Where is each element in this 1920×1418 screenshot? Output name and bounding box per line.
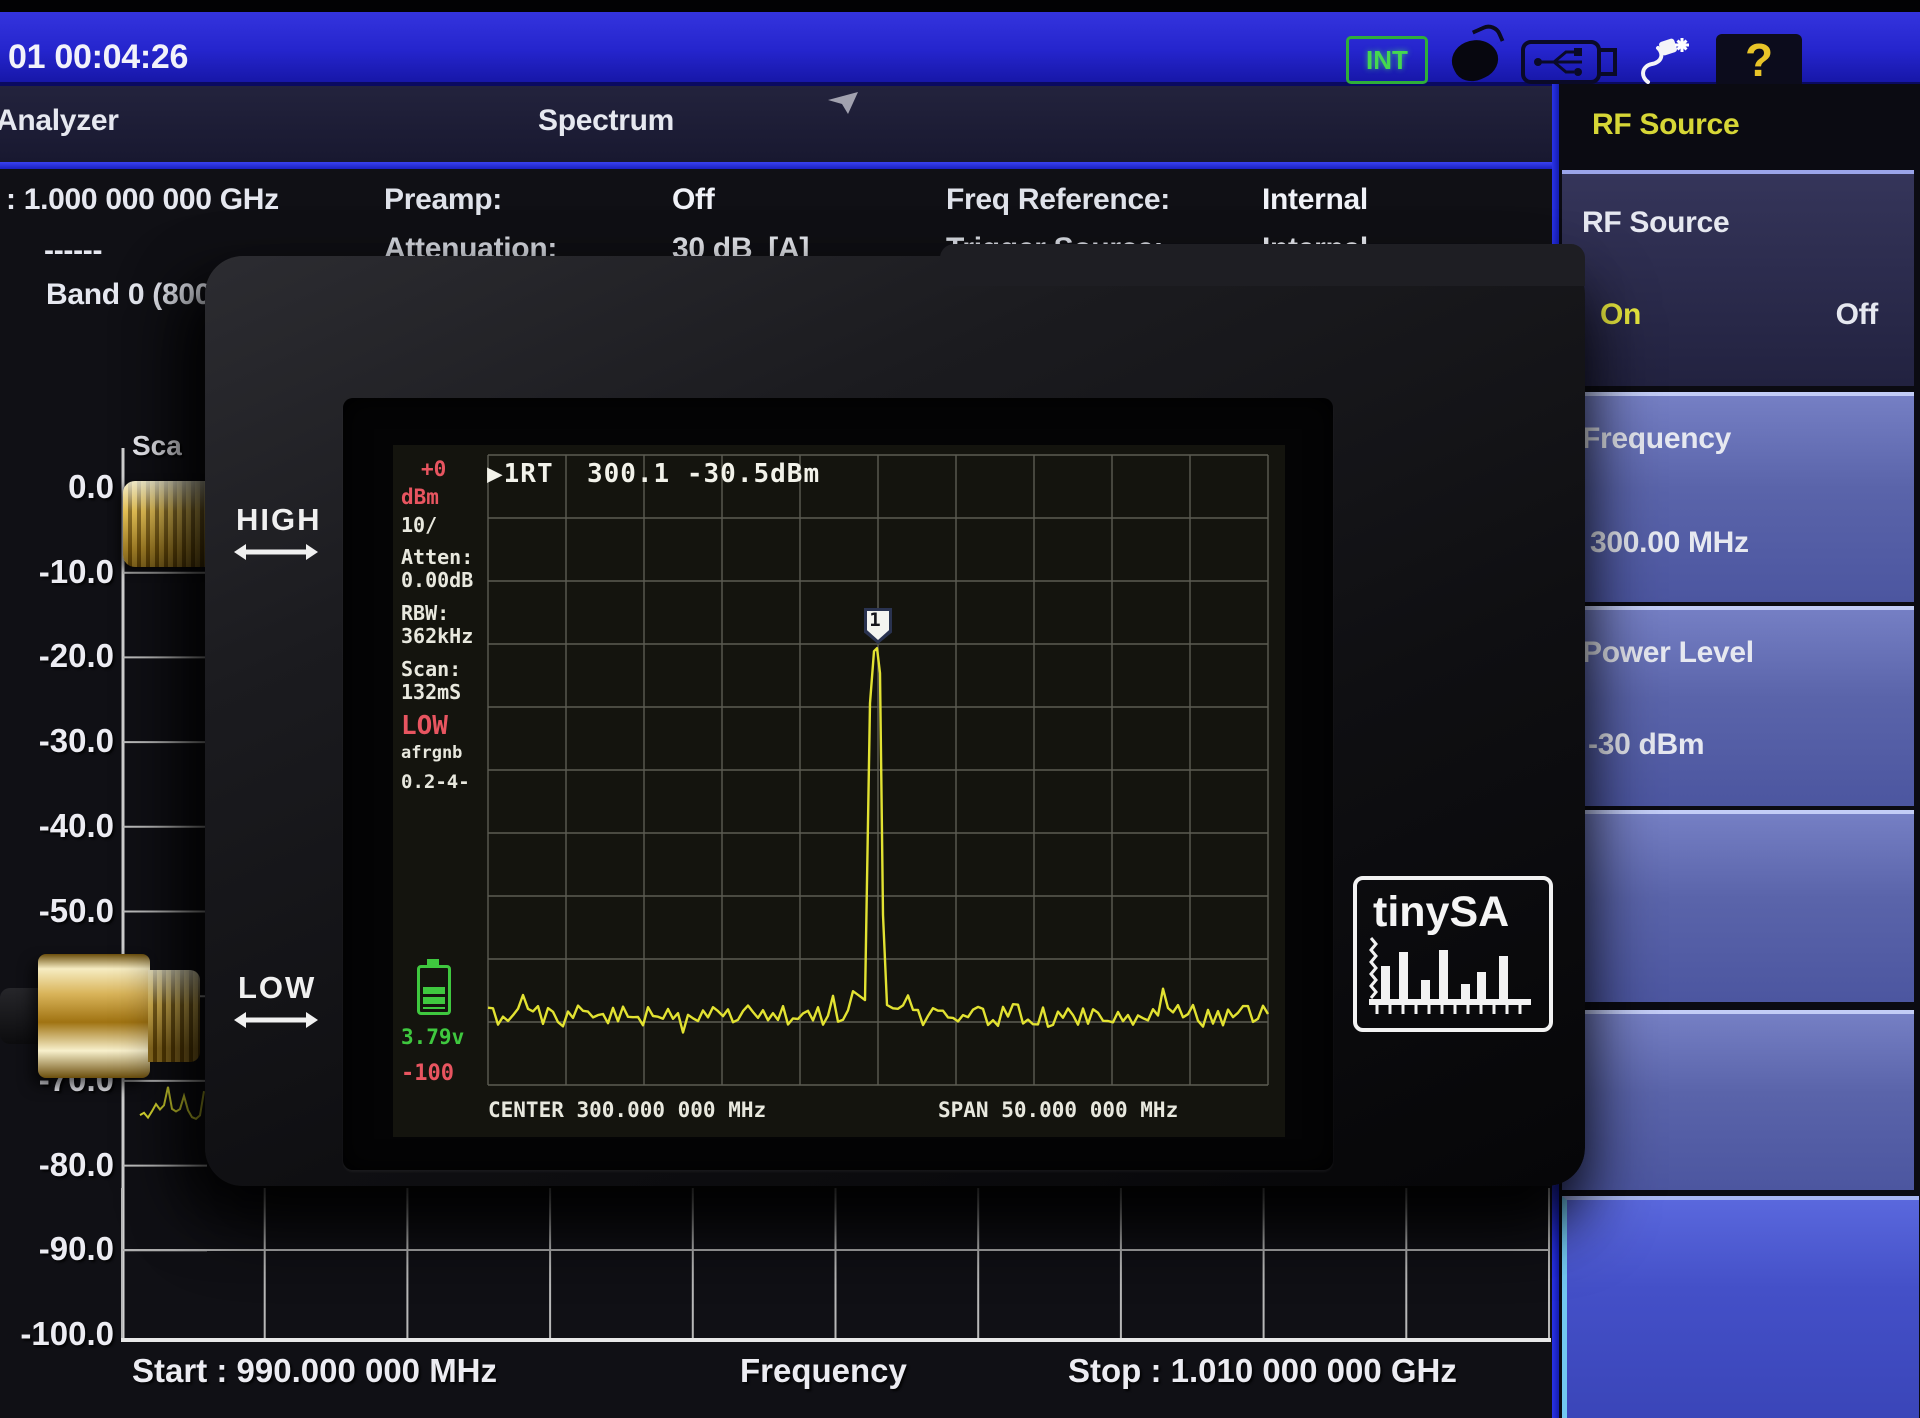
flags-text: afrgnb (401, 743, 462, 763)
softkey-sidebar: RF Source RF Source On Off Frequency 300… (1552, 84, 1920, 1418)
empty-softkey (1562, 1010, 1914, 1190)
tinysa-logo-chart-icon (1365, 936, 1535, 1022)
ref-level-text: +0 (421, 457, 446, 481)
scale-per-div-text: 10/ (401, 513, 437, 537)
marker-frequency: 300.1 (587, 459, 670, 489)
frequency-softkey-value: 300.00 MHz (1590, 526, 1749, 560)
frequency-softkey-label: Frequency (1582, 422, 1731, 456)
low-port-arrow-icon (232, 1010, 320, 1030)
sidebar-header: RF Source (1562, 84, 1914, 168)
rf-source-off-option[interactable]: Off (1836, 298, 1878, 332)
ref-unit-text: dBm (401, 485, 439, 509)
marker-readout-line: ▶1RT 300.1 -30.5dBm (487, 459, 820, 489)
sidebar-header-label: RF Source (1592, 108, 1739, 142)
atten-label: Atten: (401, 545, 473, 569)
rbw-label: RBW: (401, 601, 449, 625)
empty-softkey-panel (1562, 1196, 1919, 1418)
frequency-softkey[interactable]: Frequency 300.00 MHz (1562, 392, 1914, 602)
scan-label: Scan: (401, 657, 461, 681)
scan-value: 132mS (401, 680, 461, 704)
mode-text: LOW (401, 711, 448, 741)
low-port-label: LOW (238, 970, 316, 1006)
battery-voltage-text: 3.79v (401, 1025, 464, 1049)
tinysa-logo: tinySA (1353, 876, 1553, 1032)
pointer-cursor-icon (822, 88, 862, 118)
spectrum-analyzer-screen: 01 00:04:26 INT ? Analyzer Spectrum : 1.… (0, 0, 1920, 1418)
power-level-softkey-value: -30 dBm (1588, 728, 1704, 762)
rbw-value: 362kHz (401, 624, 473, 648)
marker-id: 1RT (504, 459, 554, 489)
rf-source-button-label: RF Source (1582, 206, 1729, 240)
high-port-arrow-icon (232, 542, 320, 562)
power-level-softkey-label: Power Level (1582, 636, 1754, 670)
marker-arrow-icon: ▶ (487, 459, 504, 489)
power-level-softkey[interactable]: Power Level -30 dBm (1562, 606, 1914, 806)
tinysa-case-step (940, 244, 1585, 286)
flags2-text: 0.2-4- (401, 771, 470, 793)
empty-softkey (1562, 810, 1914, 1002)
tinysa-trace-plot (488, 455, 1268, 1085)
peak-marker-number: 1 (864, 609, 886, 631)
atten-value: 0.00dB (401, 568, 473, 592)
sma-thread (148, 970, 200, 1062)
span-text: SPAN 50.000 000 MHz (938, 1098, 1178, 1122)
sma-connector-low-port (0, 948, 212, 1086)
sma-hex-nut (38, 954, 150, 1078)
tinysa-logo-text: tinySA (1373, 888, 1509, 937)
rf-source-on-option[interactable]: On (1600, 298, 1641, 332)
rf-source-toggle-button[interactable]: RF Source On Off (1562, 170, 1914, 386)
sma-connector-high-port (123, 481, 207, 567)
marker-level: -30.5dBm (687, 459, 820, 489)
center-frequency-text: CENTER 300.000 000 MHz (488, 1098, 766, 1122)
bottom-ref-text: -100 (401, 1061, 454, 1086)
high-port-label: HIGH (236, 502, 322, 538)
battery-icon (417, 965, 451, 1015)
tinysa-lcd: ▶1RT 300.1 -30.5dBm +0 dBm 10/ Atten: 0.… (393, 445, 1285, 1137)
